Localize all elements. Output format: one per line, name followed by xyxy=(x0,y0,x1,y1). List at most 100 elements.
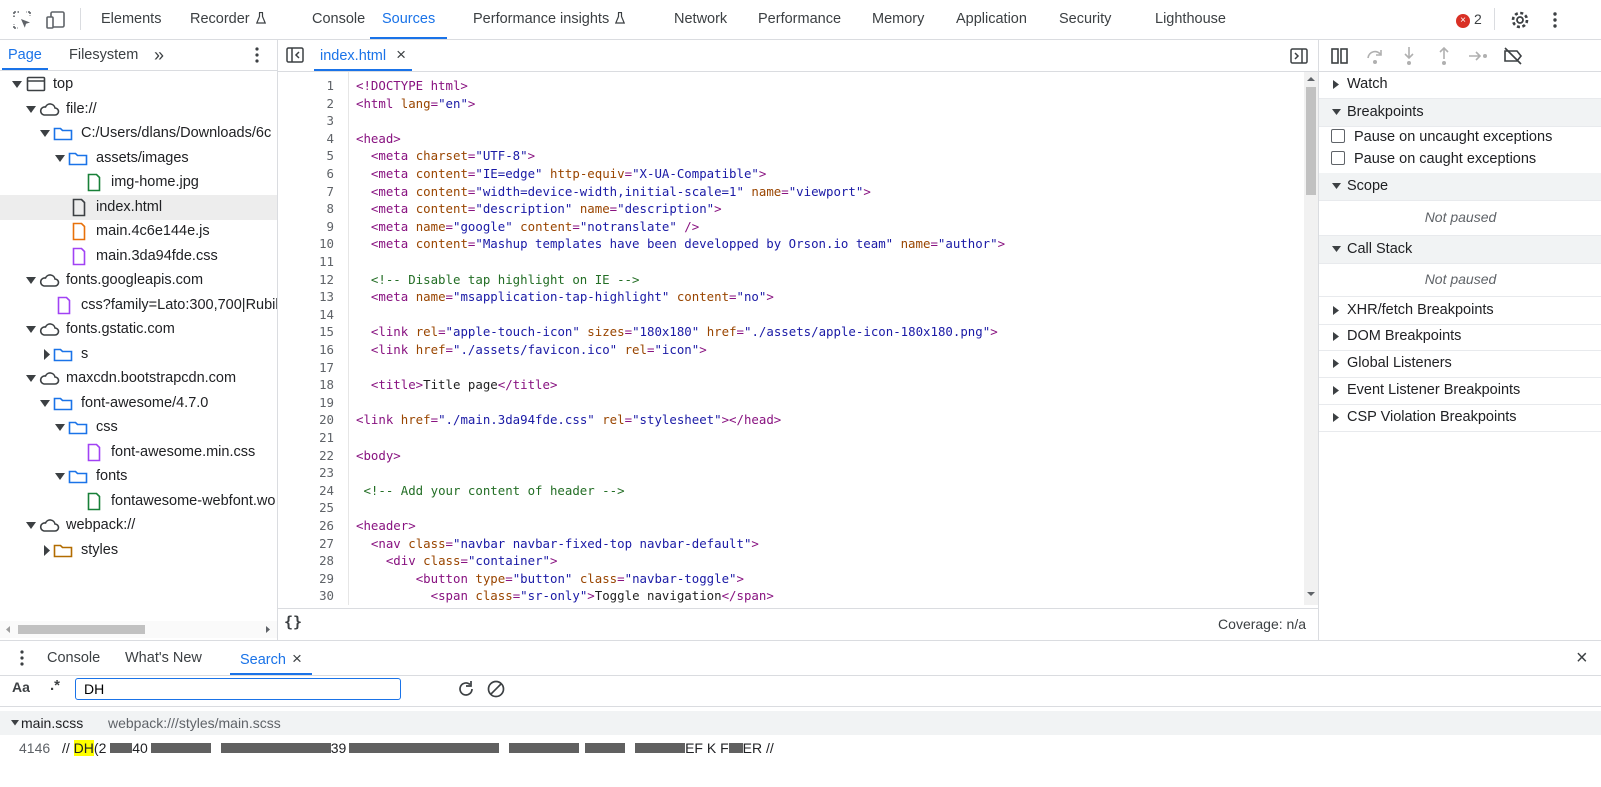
code-line[interactable]: <title>Title page</title> xyxy=(356,377,558,392)
code-line[interactable]: <meta name="google" content="notranslate… xyxy=(356,219,699,234)
code-line[interactable]: <link rel="apple-touch-icon" sizes="180x… xyxy=(356,324,998,339)
dom-breakpoints-section[interactable]: DOM Breakpoints xyxy=(1319,323,1601,351)
expanded-triangle-icon[interactable] xyxy=(54,464,66,489)
tab-recorder[interactable]: Recorder xyxy=(190,0,266,38)
tree-item-css-folder[interactable]: css xyxy=(0,415,277,440)
expanded-triangle-icon[interactable] xyxy=(25,317,37,342)
tab-application[interactable]: Application xyxy=(956,0,1027,38)
tree-item-img-home[interactable]: img-home.jpg xyxy=(0,170,277,195)
search-result-file-header[interactable]: main.scss webpack:///styles/main.scss xyxy=(0,711,1601,735)
editor-vertical-scrollbar[interactable] xyxy=(1304,72,1318,605)
expanded-triangle-icon[interactable] xyxy=(39,391,51,416)
step-icon[interactable] xyxy=(1467,45,1489,67)
code-line[interactable]: <meta content = "width=device-width,initia… xyxy=(356,184,871,199)
expanded-triangle-icon[interactable] xyxy=(25,268,37,293)
tab-performance[interactable]: Performance xyxy=(758,0,841,38)
tree-item-main-js[interactable]: main.4c6e144e.js xyxy=(0,219,277,244)
tree-item-assets-images[interactable]: assets/images xyxy=(0,146,277,171)
step-out-icon[interactable] xyxy=(1433,45,1455,67)
drawer-tab-whats-new[interactable]: What's New xyxy=(125,641,202,675)
tab-lighthouse[interactable]: Lighthouse xyxy=(1155,0,1226,38)
checkbox-icon[interactable] xyxy=(1331,129,1345,143)
tab-elements[interactable]: Elements xyxy=(101,0,161,38)
global-listeners-section[interactable]: Global Listeners xyxy=(1319,350,1601,378)
device-toolbar-icon[interactable] xyxy=(45,9,67,31)
step-over-icon[interactable] xyxy=(1364,45,1386,67)
expanded-triangle-icon[interactable] xyxy=(39,121,51,146)
code-area[interactable]: <!DOCTYPE html> <html lang="en"> <head> <m… xyxy=(278,72,1302,605)
code-line[interactable]: <link href="./assets/favicon.ico" rel="i… xyxy=(356,342,707,357)
tree-item-font-awesome-folder[interactable]: font-awesome/4.7.0 xyxy=(0,391,277,416)
tab-security[interactable]: Security xyxy=(1059,0,1111,38)
tab-sources[interactable]: Sources xyxy=(370,0,448,39)
tree-item-fonts-googleapis[interactable]: fonts.googleapis.com xyxy=(0,268,277,293)
event-listener-breakpoints-section[interactable]: Event Listener Breakpoints xyxy=(1319,377,1601,405)
drawer-tab-search[interactable]: Search × xyxy=(230,641,312,675)
code-line[interactable]: <nav class="navbar navbar-fixed-top navb… xyxy=(356,536,759,551)
navigator-menu-icon[interactable] xyxy=(247,45,267,65)
expanded-triangle-icon[interactable] xyxy=(54,146,66,171)
code-line[interactable]: <!DOCTYPE html> xyxy=(356,78,468,93)
tree-item-webpack[interactable]: webpack:// xyxy=(0,513,277,538)
call-stack-section[interactable]: Call Stack xyxy=(1319,235,1601,264)
expanded-triangle-icon[interactable] xyxy=(11,72,23,97)
close-search-tab-icon[interactable]: × xyxy=(292,649,302,668)
clear-search-icon[interactable] xyxy=(486,679,506,699)
tree-item-file-origin[interactable]: file:// xyxy=(0,97,277,122)
tree-item-bootstrapcdn[interactable]: maxcdn.bootstrapcdn.com xyxy=(0,366,277,391)
error-counter[interactable]: × 2 xyxy=(1456,11,1482,28)
close-drawer-icon[interactable]: × xyxy=(1576,641,1588,675)
expanded-triangle-icon[interactable] xyxy=(25,97,37,122)
tree-item-font-awesome-css[interactable]: font-awesome.min.css xyxy=(0,440,277,465)
csp-violation-breakpoints-section[interactable]: CSP Violation Breakpoints xyxy=(1319,404,1601,432)
inspect-element-icon[interactable] xyxy=(11,9,33,31)
code-line[interactable]: <meta name="msapplication-tap-highlight"… xyxy=(356,289,774,304)
close-tab-icon[interactable]: × xyxy=(396,45,406,64)
refresh-icon[interactable] xyxy=(456,679,476,699)
tree-item-webfont[interactable]: fontawesome-webfont.wo xyxy=(0,489,277,514)
drawer-menu-icon[interactable] xyxy=(12,648,32,668)
tree-item-fonts-folder[interactable]: fonts xyxy=(0,464,277,489)
tree-item-index-html[interactable]: index.html xyxy=(0,194,277,220)
code-line[interactable]: <html lang="en"> xyxy=(356,96,475,111)
pretty-print-button[interactable]: {} xyxy=(284,613,302,631)
tab-performance-insights[interactable]: Performance insights xyxy=(473,0,626,38)
tree-item-downloads-folder[interactable]: C:/Users/dlans/Downloads/6c xyxy=(0,121,277,146)
tab-filesystem[interactable]: Filesystem xyxy=(69,40,138,69)
code-line[interactable]: <!-- Add your content of header --> xyxy=(356,483,624,498)
collapsed-triangle-icon[interactable] xyxy=(41,342,53,367)
breakpoints-section[interactable]: Breakpoints xyxy=(1319,99,1601,127)
tree-item-top[interactable]: top xyxy=(0,72,277,97)
expanded-triangle-icon[interactable] xyxy=(54,415,66,440)
code-line[interactable]: <meta content = "Mashup templates have bee… xyxy=(356,236,1005,251)
code-line[interactable]: <div class="container"> xyxy=(356,553,558,568)
expanded-triangle-icon[interactable] xyxy=(25,513,37,538)
code-line[interactable]: <head> xyxy=(356,131,401,146)
watch-section[interactable]: Watch xyxy=(1319,71,1601,99)
search-input[interactable] xyxy=(75,678,401,700)
more-tabs-button[interactable]: » xyxy=(154,40,164,69)
search-result-line[interactable]: 4146 // DH(2 40 39 EF K F ER // xyxy=(0,736,1601,760)
tab-page[interactable]: Page xyxy=(2,40,48,70)
step-into-icon[interactable] xyxy=(1398,45,1420,67)
regex-toggle[interactable]: .* xyxy=(50,677,60,694)
scope-section[interactable]: Scope xyxy=(1319,173,1601,201)
pause-caught-checkbox[interactable]: Pause on caught exceptions xyxy=(1331,148,1536,171)
collapsed-triangle-icon[interactable] xyxy=(41,538,53,563)
tree-item-google-fonts-css[interactable]: css?family=Lato:300,700|Rubik xyxy=(0,293,277,318)
tree-item-styles-folder[interactable]: styles xyxy=(0,538,277,563)
code-line[interactable]: <header> xyxy=(356,518,416,533)
code-line[interactable]: <span class="sr-only">Toggle navigation<… xyxy=(356,588,774,603)
code-line[interactable]: <link href="./main.3da94fde.css" rel="st… xyxy=(356,412,781,427)
tree-item-main-css[interactable]: main.3da94fde.css xyxy=(0,244,277,269)
file-tab-index-html[interactable]: index.html × xyxy=(314,40,413,71)
deactivate-breakpoints-icon[interactable] xyxy=(1502,45,1524,67)
settings-gear-icon[interactable] xyxy=(1509,9,1531,31)
code-line[interactable]: <body> xyxy=(356,448,401,463)
pause-uncaught-checkbox[interactable]: Pause on uncaught exceptions xyxy=(1331,126,1552,149)
more-options-icon[interactable] xyxy=(1544,9,1566,31)
tree-horizontal-scrollbar[interactable] xyxy=(0,621,277,638)
code-line[interactable]: <meta content="IE=edge" http-equiv="X-UA… xyxy=(356,166,766,181)
code-line[interactable]: <button type="button" class="navbar-togg… xyxy=(356,571,744,586)
tab-console[interactable]: Console xyxy=(312,0,365,38)
